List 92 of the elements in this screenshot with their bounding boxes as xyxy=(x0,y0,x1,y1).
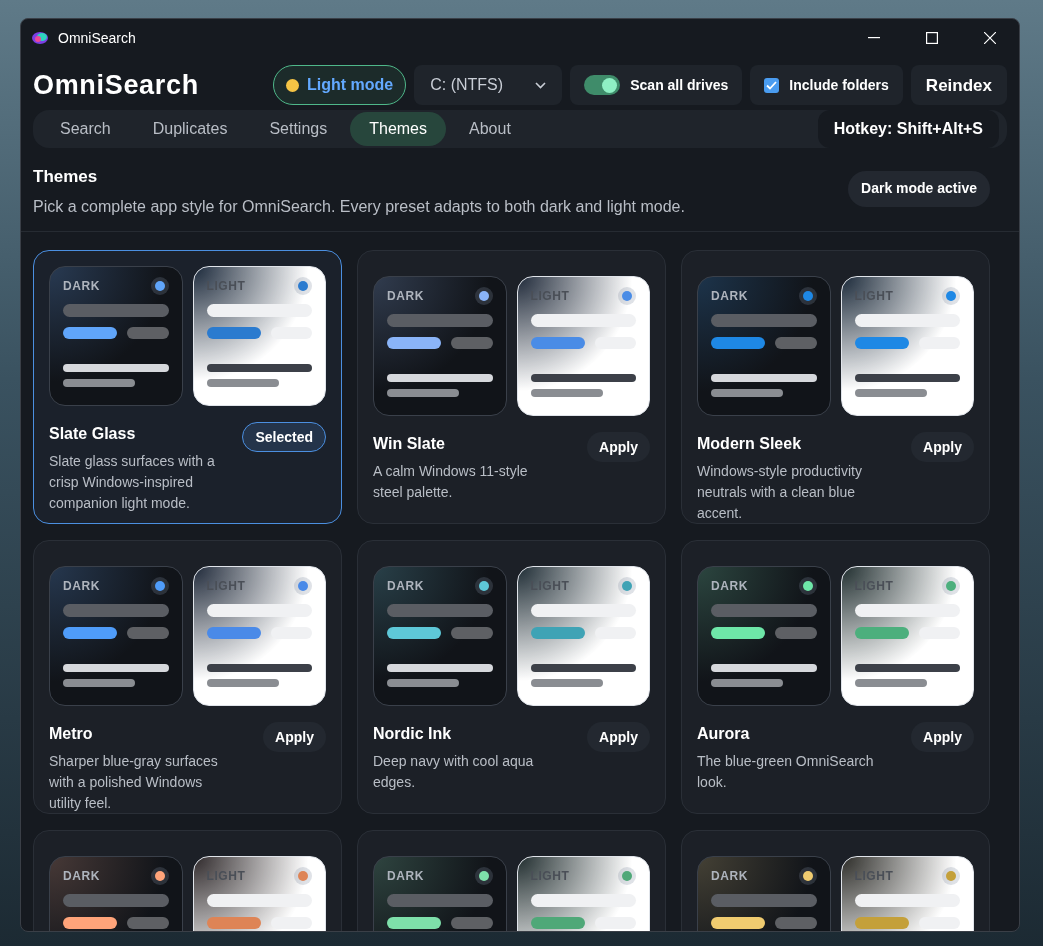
preview-label: DARK xyxy=(63,278,101,295)
accent-bar xyxy=(387,627,441,639)
theme-description: The blue-green OmniSearch look. xyxy=(697,752,875,792)
skeleton-bar xyxy=(127,917,169,929)
close-icon xyxy=(984,32,996,44)
accent-bar xyxy=(387,917,441,929)
apply-button[interactable]: Apply xyxy=(911,722,974,752)
preview-label: DARK xyxy=(711,578,749,595)
apply-button[interactable]: Apply xyxy=(263,722,326,752)
skeleton-bar xyxy=(594,627,636,639)
accent-bar xyxy=(206,917,261,929)
theme-name: Aurora xyxy=(697,724,751,744)
section-description: Pick a complete app style for OmniSearch. Every preset adapts to both dark and light mode. xyxy=(33,197,685,217)
app-title: OmniSearch xyxy=(33,69,199,102)
accent-bar xyxy=(530,627,585,639)
sun-icon xyxy=(286,78,299,92)
skeleton-bar xyxy=(451,917,493,929)
theme-name: Win Slate xyxy=(373,434,446,454)
skeleton-bar xyxy=(918,917,960,929)
accent-bar xyxy=(530,337,585,349)
chevron-down-icon xyxy=(535,81,547,89)
theme-description: Windows-style productivity neutrals with a clean blue accent. xyxy=(697,462,863,523)
reindex-button[interactable]: Reindex xyxy=(910,65,1007,106)
window-title: OmniSearch xyxy=(58,28,136,48)
skeleton-bar xyxy=(63,679,135,687)
theme-description: Deep navy with cool aqua edges. xyxy=(373,752,535,792)
preview-label: DARK xyxy=(387,578,425,595)
theme-description: A calm Windows 11-style steel palette. xyxy=(373,462,529,502)
app-logo-icon xyxy=(30,29,50,47)
minimize-icon xyxy=(868,37,880,39)
tab[interactable]: Settings xyxy=(250,111,347,146)
theme-name: Slate Glass xyxy=(49,424,137,444)
skeleton-bar xyxy=(63,379,135,387)
theme-name: Modern Sleek xyxy=(697,434,803,454)
mode-status-badge: Dark mode active xyxy=(848,170,990,207)
accent-bar xyxy=(854,917,909,929)
scan-all-drives-toggle[interactable]: Scan all drives xyxy=(570,65,743,106)
section-title: Themes xyxy=(33,165,99,188)
selected-button[interactable]: Selected xyxy=(242,422,326,452)
accent-bar xyxy=(63,327,117,339)
accent-bar xyxy=(711,917,765,929)
include-folders-checkbox[interactable]: Include folders xyxy=(750,65,903,106)
theme-name: Metro xyxy=(49,724,94,744)
apply-button[interactable]: Apply xyxy=(587,432,650,462)
accent-bar xyxy=(206,627,261,639)
preview-label: DARK xyxy=(711,288,749,305)
accent-bar xyxy=(387,337,441,349)
skeleton-bar xyxy=(918,627,960,639)
skeleton-bar xyxy=(451,627,493,639)
maximize-icon xyxy=(926,32,938,44)
tab[interactable]: Search xyxy=(41,111,130,146)
skeleton-bar xyxy=(775,917,817,929)
accent-bar xyxy=(711,337,765,349)
skeleton-bar xyxy=(594,337,636,349)
apply-button[interactable]: Apply xyxy=(587,722,650,752)
skeleton-bar xyxy=(775,337,817,349)
accent-bar xyxy=(854,627,909,639)
accent-bar xyxy=(63,917,117,929)
theme-name: Nordic Ink xyxy=(373,724,453,744)
accent-bar xyxy=(711,627,765,639)
skeleton-bar xyxy=(387,389,459,397)
skeleton-bar xyxy=(387,679,459,687)
preview-label: DARK xyxy=(387,868,425,885)
skeleton-bar xyxy=(270,917,312,929)
tab[interactable]: Themes xyxy=(350,111,446,146)
apply-button[interactable]: Apply xyxy=(911,432,974,462)
skeleton-bar xyxy=(775,627,817,639)
preview-label: DARK xyxy=(63,578,101,595)
light-mode-button[interactable]: Light mode xyxy=(273,65,407,106)
theme-description: Sharper blue-gray surfaces with a polished Windows utility feel. xyxy=(49,752,219,813)
tab[interactable]: About xyxy=(450,111,530,146)
preview-label: DARK xyxy=(63,868,101,885)
skeleton-bar xyxy=(270,327,312,339)
tab[interactable]: Duplicates xyxy=(133,111,247,146)
accent-bar xyxy=(854,337,909,349)
preview-label: DARK xyxy=(387,288,425,305)
accent-bar xyxy=(530,917,585,929)
skeleton-bar xyxy=(127,627,169,639)
skeleton-bar xyxy=(451,337,493,349)
skeleton-bar xyxy=(270,627,312,639)
accent-bar xyxy=(206,327,261,339)
skeleton-bar xyxy=(711,679,783,687)
accent-bar xyxy=(63,627,117,639)
theme-description: Slate glass surfaces with a crisp Windows-inspired companion light mode. xyxy=(49,452,216,513)
skeleton-bar xyxy=(127,327,169,339)
skeleton-bar xyxy=(918,337,960,349)
skeleton-bar xyxy=(711,389,783,397)
preview-label: DARK xyxy=(711,868,749,885)
drive-dropdown[interactable]: C: (NTFS) xyxy=(414,65,563,106)
hotkey-label: Hotkey: Shift+Alt+S xyxy=(817,109,999,148)
skeleton-bar xyxy=(594,917,636,929)
checkmark-icon xyxy=(766,80,778,90)
